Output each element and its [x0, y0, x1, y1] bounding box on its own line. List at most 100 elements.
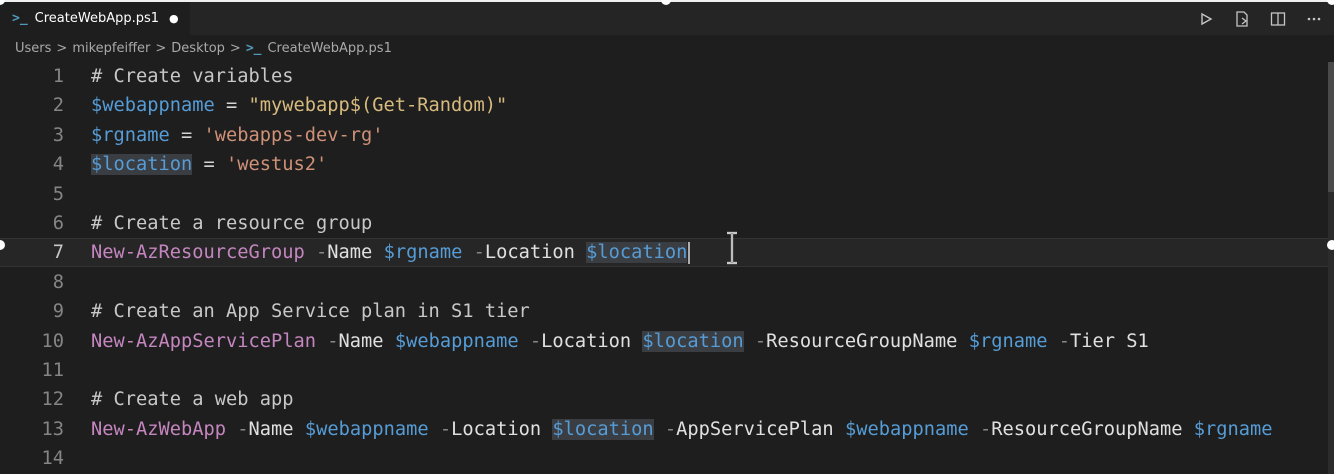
code-parameter-dash: -	[428, 418, 452, 440]
code-line[interactable]: 11	[0, 356, 1334, 385]
code-parameter: Name	[338, 330, 384, 352]
code-parameter: Name	[248, 418, 294, 440]
code-text[interactable]: # Create an App Service plan in S1 tier	[91, 297, 530, 326]
code-string: 'westus2'	[226, 154, 328, 176]
line-number: 4	[52, 154, 64, 176]
line-number: 3	[52, 124, 64, 146]
line-number: 7	[52, 242, 64, 264]
code-text[interactable]: New-AzWebApp -Name $webappname -Location…	[91, 415, 1273, 444]
code-comment: # Create a web app	[91, 389, 294, 411]
code-operator	[631, 331, 642, 352]
line-number: 11	[41, 360, 64, 381]
breadcrumb-item-file[interactable]: CreateWebApp.ps1	[267, 41, 391, 56]
breadcrumb-separator: >	[229, 41, 241, 56]
code-line[interactable]: 13 New-AzWebApp -Name $webappname -Locati…	[0, 415, 1334, 444]
breadcrumb-separator: >	[155, 41, 167, 56]
editor-tab[interactable]: >_ CreateWebApp.ps1 ●	[0, 2, 190, 35]
line-number: 10	[41, 330, 64, 352]
code-operator: =	[214, 95, 249, 117]
code-operator	[541, 419, 552, 440]
code-line[interactable]: 3 $rgname = 'webapps-dev-rg'	[0, 121, 1334, 150]
breadcrumb-item-desktop[interactable]: Desktop	[171, 41, 225, 56]
code-variable: $rgname	[968, 330, 1048, 352]
code-operator	[957, 331, 968, 352]
code-variable: $rgname	[383, 242, 463, 264]
line-number: 8	[52, 271, 64, 293]
code-line[interactable]: 2 $webappname = "mywebapp$(Get-Random)"	[0, 91, 1334, 120]
code-parameter-dash: -	[518, 330, 542, 352]
code-operator	[294, 419, 305, 440]
code-parameter: Location	[484, 242, 575, 264]
resize-handle-right[interactable]	[1327, 240, 1334, 250]
code-parameter: Location	[451, 418, 542, 440]
code-command: New-AzAppServicePlan	[91, 330, 317, 352]
code-variable: $rgname	[1193, 418, 1273, 440]
code-line[interactable]: 14	[0, 444, 1334, 473]
code-string: 'webapps-dev-rg'	[203, 124, 384, 146]
breadcrumb-item-users[interactable]: Users	[15, 41, 51, 56]
code-line[interactable]: 8	[0, 268, 1334, 297]
code-command: New-AzWebApp	[91, 418, 227, 440]
open-changes-icon[interactable]	[1232, 9, 1252, 29]
more-actions-icon[interactable]	[1304, 9, 1324, 29]
code-text[interactable]: $location = 'westus2'	[91, 150, 327, 179]
code-operator: =	[169, 124, 204, 146]
code-operator	[384, 331, 395, 352]
code-operator	[372, 242, 383, 263]
line-number: 14	[41, 448, 64, 470]
code-text[interactable]: # Create a resource group	[91, 209, 372, 238]
code-line[interactable]: 6 # Create a resource group	[0, 209, 1334, 238]
code-parameter-dash: -	[462, 242, 485, 264]
text-cursor-icon	[727, 231, 737, 265]
line-number: 13	[41, 418, 64, 440]
code-text[interactable]: # Create a web app	[91, 385, 294, 414]
code-variable: $webappname	[394, 330, 519, 352]
split-editor-icon[interactable]	[1268, 9, 1288, 29]
line-number: 2	[52, 95, 64, 117]
code-line[interactable]: 9 # Create an App Service plan in S1 tier	[0, 297, 1334, 326]
line-number: 6	[52, 213, 64, 234]
code-parameter: ResourceGroupName	[766, 330, 958, 352]
code-text[interactable]: $webappname = "mywebapp$(Get-Random)"	[91, 91, 507, 120]
editor-actions	[1196, 2, 1324, 35]
code-comment: # Create variables	[91, 66, 294, 87]
scrollbar-thumb[interactable]	[1328, 62, 1334, 192]
run-icon[interactable]	[1196, 9, 1216, 29]
code-parameter-dash: -	[968, 418, 992, 440]
code-text[interactable]: # Create variables	[91, 62, 294, 91]
code-line[interactable]: 4 $location = 'westus2'	[0, 150, 1334, 179]
code-variable: $webappname	[91, 95, 215, 117]
code-text[interactable]: New-AzResourceGroup -Name $rgname -Locat…	[91, 239, 691, 266]
code-parameter: Tier S1	[1069, 330, 1149, 352]
code-variable-highlighted: $location	[552, 418, 654, 440]
code-text[interactable]: $rgname = 'webapps-dev-rg'	[91, 121, 384, 150]
code-parameter-dash: -	[653, 418, 677, 440]
code-line[interactable]: 7 New-AzResourceGroup -Name $rgname -Loca…	[0, 238, 1334, 268]
tab-label: CreateWebApp.ps1	[34, 11, 160, 26]
code-variable-highlighted: $location	[642, 330, 744, 352]
code-parameter: Name	[327, 242, 373, 264]
breadcrumb-item-mikepfeiffer[interactable]: mikepfeiffer	[72, 41, 150, 56]
code-line[interactable]: 1 # Create variables	[0, 62, 1334, 91]
code-variable: $webappname	[304, 418, 429, 440]
code-parameter-dash: -	[316, 330, 339, 352]
code-string: "mywebapp$(Get-Random)"	[248, 95, 508, 117]
powershell-icon: >_	[245, 41, 262, 56]
code-line[interactable]: 10 New-AzAppServicePlan -Name $webappname…	[0, 327, 1334, 356]
code-parameter-dash: -	[304, 242, 328, 264]
unsaved-dot-icon[interactable]: ●	[169, 12, 179, 25]
code-comment: # Create an App Service plan in S1 tier	[91, 301, 530, 323]
code-operator	[1182, 419, 1193, 440]
breadcrumb: Users > mikepfeiffer > Desktop > >_ Crea…	[0, 35, 1334, 62]
code-text[interactable]: New-AzAppServicePlan -Name $webappname -…	[91, 327, 1149, 356]
code-line[interactable]: 5	[0, 180, 1334, 209]
code-line[interactable]: 12 # Create a web app	[0, 385, 1334, 414]
line-number: 1	[52, 66, 64, 87]
code-variable: $webappname	[844, 418, 969, 440]
code-variable-highlighted: $location	[91, 154, 193, 176]
code-comment: # Create a resource group	[91, 213, 373, 234]
code-operator	[834, 419, 845, 440]
code-editor[interactable]: 1 # Create variables 2 $webappname = "myweb…	[0, 62, 1334, 474]
line-number: 5	[52, 183, 64, 205]
code-operator: =	[192, 154, 227, 176]
